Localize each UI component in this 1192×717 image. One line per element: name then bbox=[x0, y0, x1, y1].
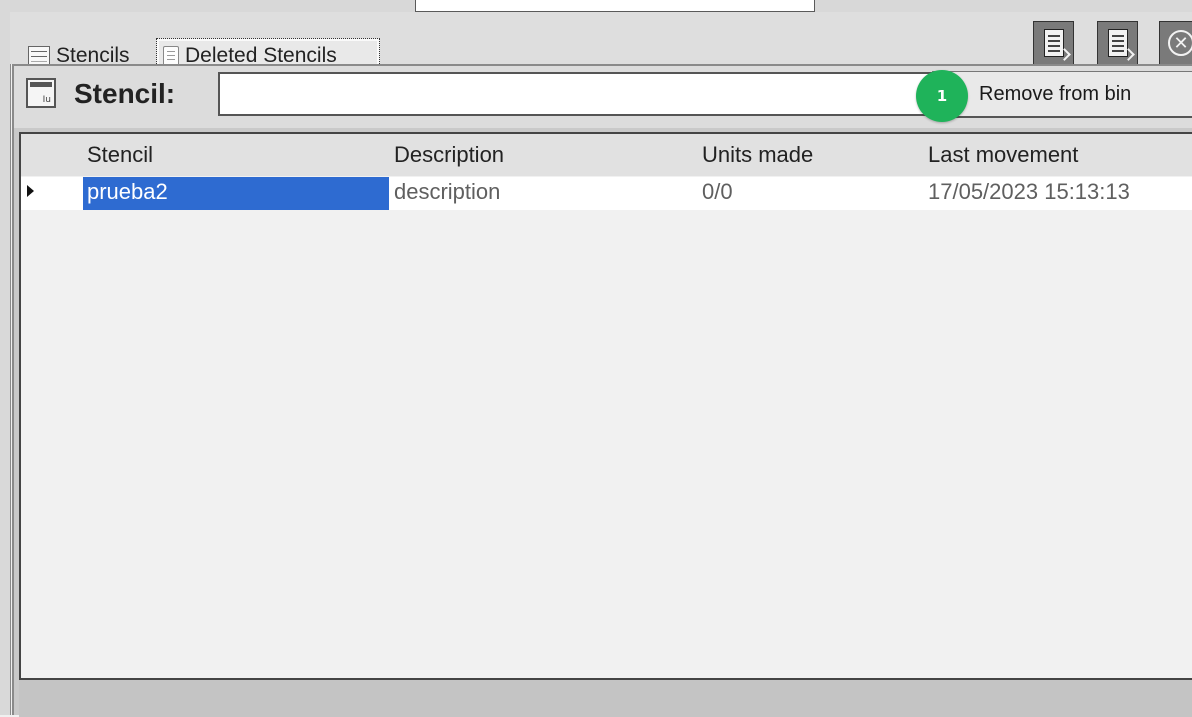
column-header-last-movement[interactable]: Last movement bbox=[928, 142, 1078, 168]
stencil-icon bbox=[26, 78, 56, 108]
cell-description[interactable]: description bbox=[394, 177, 500, 210]
close-button[interactable]: ✕ bbox=[1159, 21, 1192, 65]
stencils-grid: Stencil Description Units made Last move… bbox=[19, 132, 1192, 680]
column-header-stencil[interactable]: Stencil bbox=[87, 142, 153, 168]
remove-from-bin-button[interactable]: Remove from bin bbox=[932, 71, 1192, 118]
import-document-button[interactable] bbox=[1097, 21, 1138, 65]
tab-bar: Stencils Deleted Stencils ✕ bbox=[10, 12, 1192, 74]
row-pointer-icon bbox=[27, 185, 34, 197]
deleted-stencils-panel: Stencil: Remove from bin 1 Stencil Descr… bbox=[12, 64, 1192, 717]
export-document-button[interactable] bbox=[1033, 21, 1074, 65]
top-partial-field[interactable] bbox=[415, 0, 815, 12]
stencil-filter-bar: Stencil: Remove from bin 1 bbox=[14, 66, 1192, 128]
step-badge: 1 bbox=[916, 70, 968, 122]
document-export-icon bbox=[1043, 29, 1064, 57]
list-icon bbox=[28, 46, 50, 66]
stencil-input[interactable] bbox=[218, 72, 934, 116]
top-strip bbox=[10, 0, 1192, 12]
stencil-label: Stencil: bbox=[74, 78, 176, 109]
bin-icon bbox=[163, 46, 179, 66]
cell-units-made[interactable]: 0/0 bbox=[702, 177, 733, 210]
document-import-icon bbox=[1107, 29, 1128, 57]
grid-header: Stencil Description Units made Last move… bbox=[21, 134, 1192, 176]
column-header-description[interactable]: Description bbox=[394, 142, 504, 168]
cell-stencil[interactable]: prueba2 bbox=[83, 177, 389, 210]
remove-from-bin-label: Remove from bin bbox=[979, 82, 1132, 105]
window-left-edge bbox=[0, 0, 11, 715]
close-icon: ✕ bbox=[1168, 30, 1192, 56]
column-header-units-made[interactable]: Units made bbox=[702, 142, 813, 168]
table-row[interactable]: prueba2 description 0/0 17/05/2023 15:13… bbox=[21, 177, 1192, 210]
status-bar bbox=[19, 680, 1192, 717]
cell-last-movement[interactable]: 17/05/2023 15:13:13 bbox=[928, 177, 1130, 210]
